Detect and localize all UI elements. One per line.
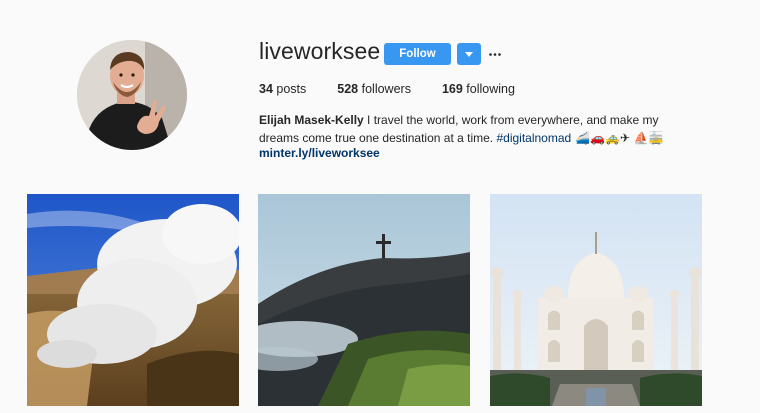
- taj-mahal-photo: [490, 194, 702, 406]
- bio-emojis: 🚄🚗🚕✈ ⛵🚋: [571, 131, 664, 145]
- profile-stats: 34 posts 528 followers 169 following: [259, 82, 546, 96]
- more-options-button[interactable]: [488, 43, 502, 65]
- hashtag-link[interactable]: #digitalnomad: [496, 131, 571, 145]
- posts-count-value: 34: [259, 82, 273, 96]
- post-thumbnail[interactable]: [490, 194, 702, 406]
- post-thumbnail[interactable]: [27, 194, 239, 406]
- follow-button[interactable]: Follow: [384, 43, 451, 65]
- full-name: Elijah Masek-Kelly: [259, 113, 364, 127]
- following-count-value: 169: [441, 82, 463, 96]
- caret-down-icon: [465, 51, 473, 57]
- website-link[interactable]: minter.ly/liveworksee: [259, 146, 380, 160]
- geyser-steam-photo: [27, 194, 239, 406]
- avatar[interactable]: [77, 40, 187, 150]
- ellipsis-icon: [489, 52, 501, 56]
- suggestions-dropdown-button[interactable]: [457, 43, 481, 65]
- hill-with-cross-photo: [258, 194, 470, 406]
- followers-label: followers: [361, 82, 411, 96]
- post-thumbnail[interactable]: [258, 194, 470, 406]
- following-link[interactable]: 169 following: [442, 82, 515, 96]
- followers-link[interactable]: 528 followers: [337, 82, 411, 96]
- bio: Elijah Masek-Kelly I travel the world, w…: [259, 111, 699, 147]
- posts-count: 34 posts: [259, 82, 306, 96]
- profile-page: liveworksee Follow 34 posts 528 follower…: [0, 0, 760, 413]
- avatar-photo: [77, 40, 187, 150]
- followers-count-value: 528: [337, 82, 359, 96]
- username: liveworksee: [259, 38, 381, 64]
- following-label: following: [466, 82, 515, 96]
- posts-label: posts: [276, 82, 307, 96]
